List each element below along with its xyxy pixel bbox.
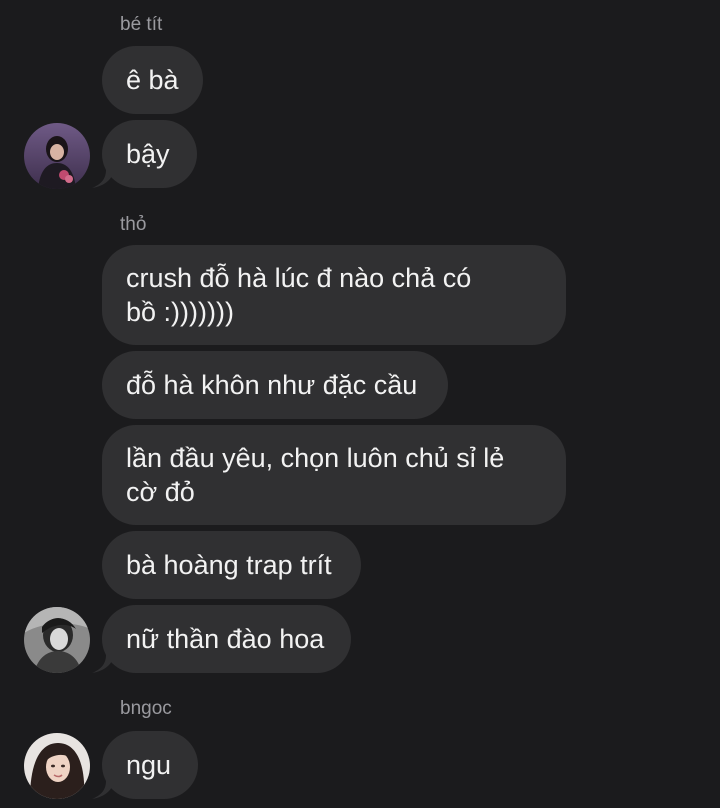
message-text: nữ thần đào hoa	[126, 624, 325, 654]
sender-name: thỏ	[120, 214, 147, 235]
avatar-tho[interactable]	[24, 607, 90, 673]
message-text: ngu	[126, 750, 172, 780]
message-text: ê bà	[126, 65, 179, 95]
message-bubble[interactable]: ê bà	[102, 46, 203, 114]
message-bubble[interactable]: đỗ hà khôn như đặc cầu	[102, 351, 448, 419]
message-bubble[interactable]: nữ thần đào hoa	[102, 605, 351, 673]
message-text: đỗ hà khôn như đặc cầu	[126, 370, 418, 400]
message-bubble[interactable]: crush đỗ hà lúc đ nào chả có bồ :)))))))	[102, 245, 566, 345]
message-bubble[interactable]: ngu	[102, 731, 198, 799]
bubble-tail	[92, 655, 114, 673]
bubble-tail	[92, 781, 114, 799]
sender-name: bngoc	[120, 698, 172, 719]
message-bubble[interactable]: bậy	[102, 120, 197, 188]
bubble-tail	[92, 170, 114, 188]
message-text: crush đỗ hà lúc đ nào chả có bồ :)))))))	[126, 263, 472, 327]
message-bubble[interactable]: bà hoàng trap trít	[102, 531, 361, 599]
sender-name: bé tít	[120, 14, 163, 35]
message-text: bậy	[126, 139, 170, 169]
message-bubble[interactable]: lần đầu yêu, chọn luôn chủ sỉ lẻ cờ đỏ	[102, 425, 566, 525]
message-text: bà hoàng trap trít	[126, 550, 332, 580]
message-text: lần đầu yêu, chọn luôn chủ sỉ lẻ cờ đỏ	[126, 443, 505, 507]
avatar-be-tit[interactable]	[24, 123, 90, 189]
avatar-bngoc[interactable]	[24, 733, 90, 799]
